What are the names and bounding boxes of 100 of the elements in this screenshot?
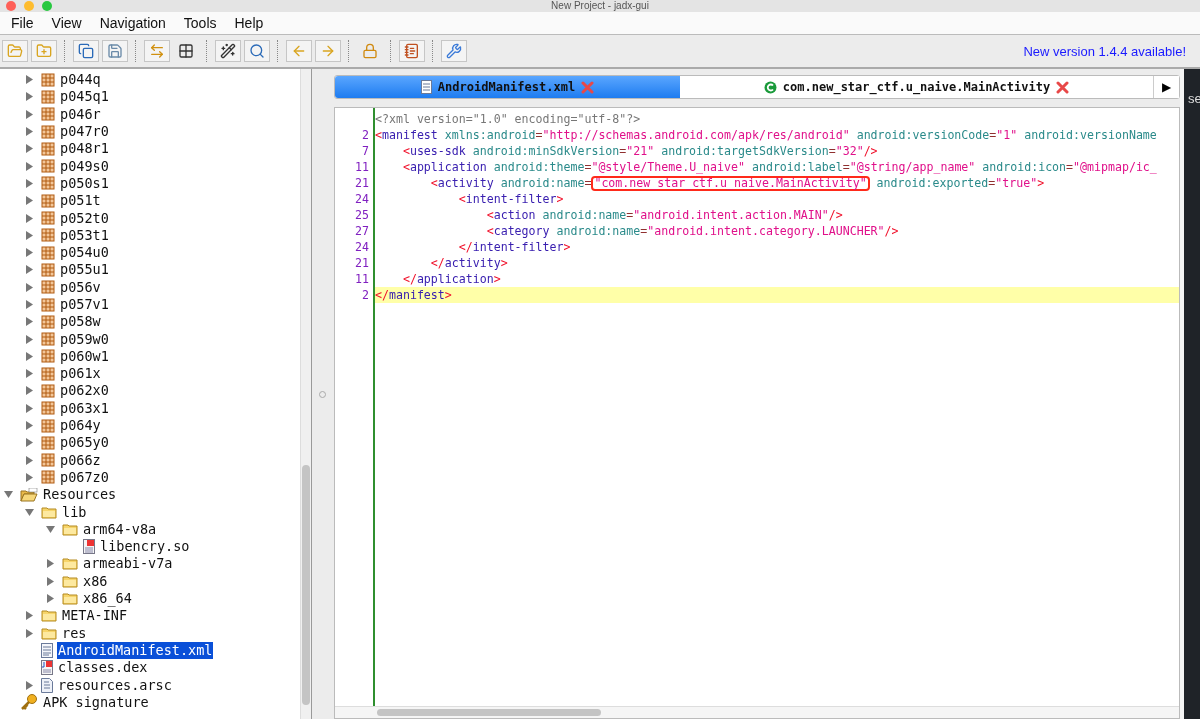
tree-item[interactable]: p061x (59, 365, 102, 383)
code-line: <action android:name="android.intent.action.MAIN"/> (485, 207, 844, 223)
forward-icon (320, 43, 336, 59)
menu-item[interactable]: Navigation (90, 15, 175, 31)
class-icon (763, 80, 777, 94)
wand-button[interactable] (215, 40, 241, 62)
tree-item[interactable]: classes.dex (57, 659, 149, 677)
tree-item[interactable]: p045q1 (59, 88, 110, 106)
tree-item[interactable]: AndroidManifest.xml (57, 641, 214, 659)
folder-icon (41, 609, 57, 623)
tree-item[interactable]: p053t1 (59, 226, 110, 244)
tree-item[interactable]: x86 (82, 572, 109, 590)
scrollbar-thumb[interactable] (377, 709, 601, 716)
package-icon (41, 159, 55, 174)
code-line: <intent-filter> (457, 191, 565, 207)
package-icon (41, 89, 55, 104)
tree-item[interactable]: p051t (59, 192, 102, 210)
package-icon (41, 401, 55, 416)
tree-item[interactable]: resources.arsc (57, 676, 173, 694)
tree-item[interactable]: p050s1 (59, 174, 110, 192)
tree-item[interactable]: p056v (59, 278, 102, 296)
tree-item[interactable]: p060w1 (59, 347, 110, 365)
file-icon (41, 677, 53, 693)
tree-item[interactable]: p066z (59, 451, 102, 469)
menu-item[interactable]: View (42, 15, 91, 31)
package-icon (41, 366, 55, 381)
menu-item[interactable]: File (2, 15, 43, 31)
tree-item[interactable]: p049s0 (59, 157, 110, 175)
settings-button[interactable] (441, 40, 467, 62)
document-icon (420, 80, 432, 94)
package-icon (41, 141, 55, 156)
update-link[interactable]: New version 1.4.4 available! (1023, 43, 1198, 59)
code-line: <application android:theme="@style/Theme.U_naive" android:label="@string/app_name" android:icon="@mipmap/ic_ (401, 159, 1158, 175)
tree-item[interactable]: p062x0 (59, 382, 110, 400)
copy-button[interactable] (73, 40, 99, 62)
line-number: 21 (354, 255, 370, 271)
tree-item[interactable]: libencry.so (99, 538, 191, 556)
java-file-icon (41, 660, 53, 676)
code-line: </application> (401, 271, 502, 287)
key-icon (20, 694, 38, 711)
log-button[interactable] (399, 40, 425, 62)
close-icon[interactable] (1056, 80, 1070, 94)
save-icon (107, 43, 123, 59)
copy-icon (78, 43, 94, 59)
package-icon (41, 418, 55, 433)
package-icon (41, 124, 55, 139)
expanded-caret-icon[interactable] (25, 507, 34, 517)
sync-icon (149, 43, 165, 59)
package-icon (41, 453, 55, 468)
code-line: <uses-sdk android:minSdkVersion="21" android:targetSdkVersion="32"/> (401, 143, 879, 159)
expanded-caret-icon[interactable] (46, 524, 55, 534)
tree-item[interactable]: p052t0 (59, 209, 110, 227)
package-icon (41, 332, 55, 347)
tree-item[interactable]: p047r0 (59, 123, 110, 141)
search-button[interactable] (244, 40, 270, 62)
file-icon (83, 539, 95, 555)
tree-item[interactable]: p046r (59, 105, 102, 123)
tree-item[interactable]: p058w (59, 313, 102, 331)
tree-item[interactable]: arm64-v8a (82, 520, 158, 538)
menu-item[interactable]: Help (225, 15, 273, 31)
tree-item[interactable]: res (61, 624, 88, 642)
tab-scroll-button[interactable]: ▶ (1153, 76, 1179, 98)
tree-item[interactable]: p054u0 (59, 244, 110, 262)
tree-item[interactable]: Resources (42, 486, 118, 504)
collapsed-caret-icon[interactable] (25, 680, 34, 690)
tree-item[interactable]: armeabi-v7a (82, 555, 174, 573)
line-number: 25 (354, 207, 370, 223)
back-icon (291, 43, 307, 59)
log-icon (404, 43, 420, 59)
tree-item[interactable]: p063x1 (59, 399, 110, 417)
package-icon (41, 228, 55, 243)
tree-item[interactable]: p067z0 (59, 468, 110, 486)
tree-item[interactable]: p044q (59, 71, 102, 89)
package-icon (41, 245, 55, 260)
editor-tab[interactable]: AndroidManifest.xml (335, 76, 680, 98)
line-number: 11 (354, 271, 370, 287)
close-window-icon[interactable] (6, 1, 16, 11)
scrollbar-thumb[interactable] (302, 465, 310, 705)
code-line: </activity> (429, 255, 509, 271)
line-number: 27 (354, 223, 370, 239)
tree-item[interactable]: META-INF (61, 607, 129, 625)
tree-item[interactable]: p059w0 (59, 330, 110, 348)
tree-item[interactable]: p057v1 (59, 296, 110, 313)
tree-item[interactable]: p048r1 (59, 140, 110, 158)
code-line: <category android:name="android.intent.category.LAUNCHER"/> (485, 223, 900, 239)
tree-item[interactable]: x86_64 (82, 590, 133, 608)
line-number: 24 (354, 191, 370, 207)
open-folder-icon (20, 487, 38, 502)
tree-item[interactable]: p065y0 (59, 434, 110, 452)
tree-item[interactable]: p064y (59, 417, 102, 435)
wand-icon (220, 43, 236, 59)
save-button[interactable] (102, 40, 128, 62)
tree-item[interactable]: p055u1 (59, 261, 110, 279)
tree-item[interactable]: APK signature (42, 693, 150, 711)
package-icon (41, 107, 55, 122)
tree-item[interactable]: lib (61, 503, 88, 521)
package-icon (41, 193, 55, 208)
expanded-caret-icon[interactable] (4, 490, 13, 500)
menu-item[interactable]: Tools (174, 15, 226, 31)
package-icon (41, 262, 55, 277)
